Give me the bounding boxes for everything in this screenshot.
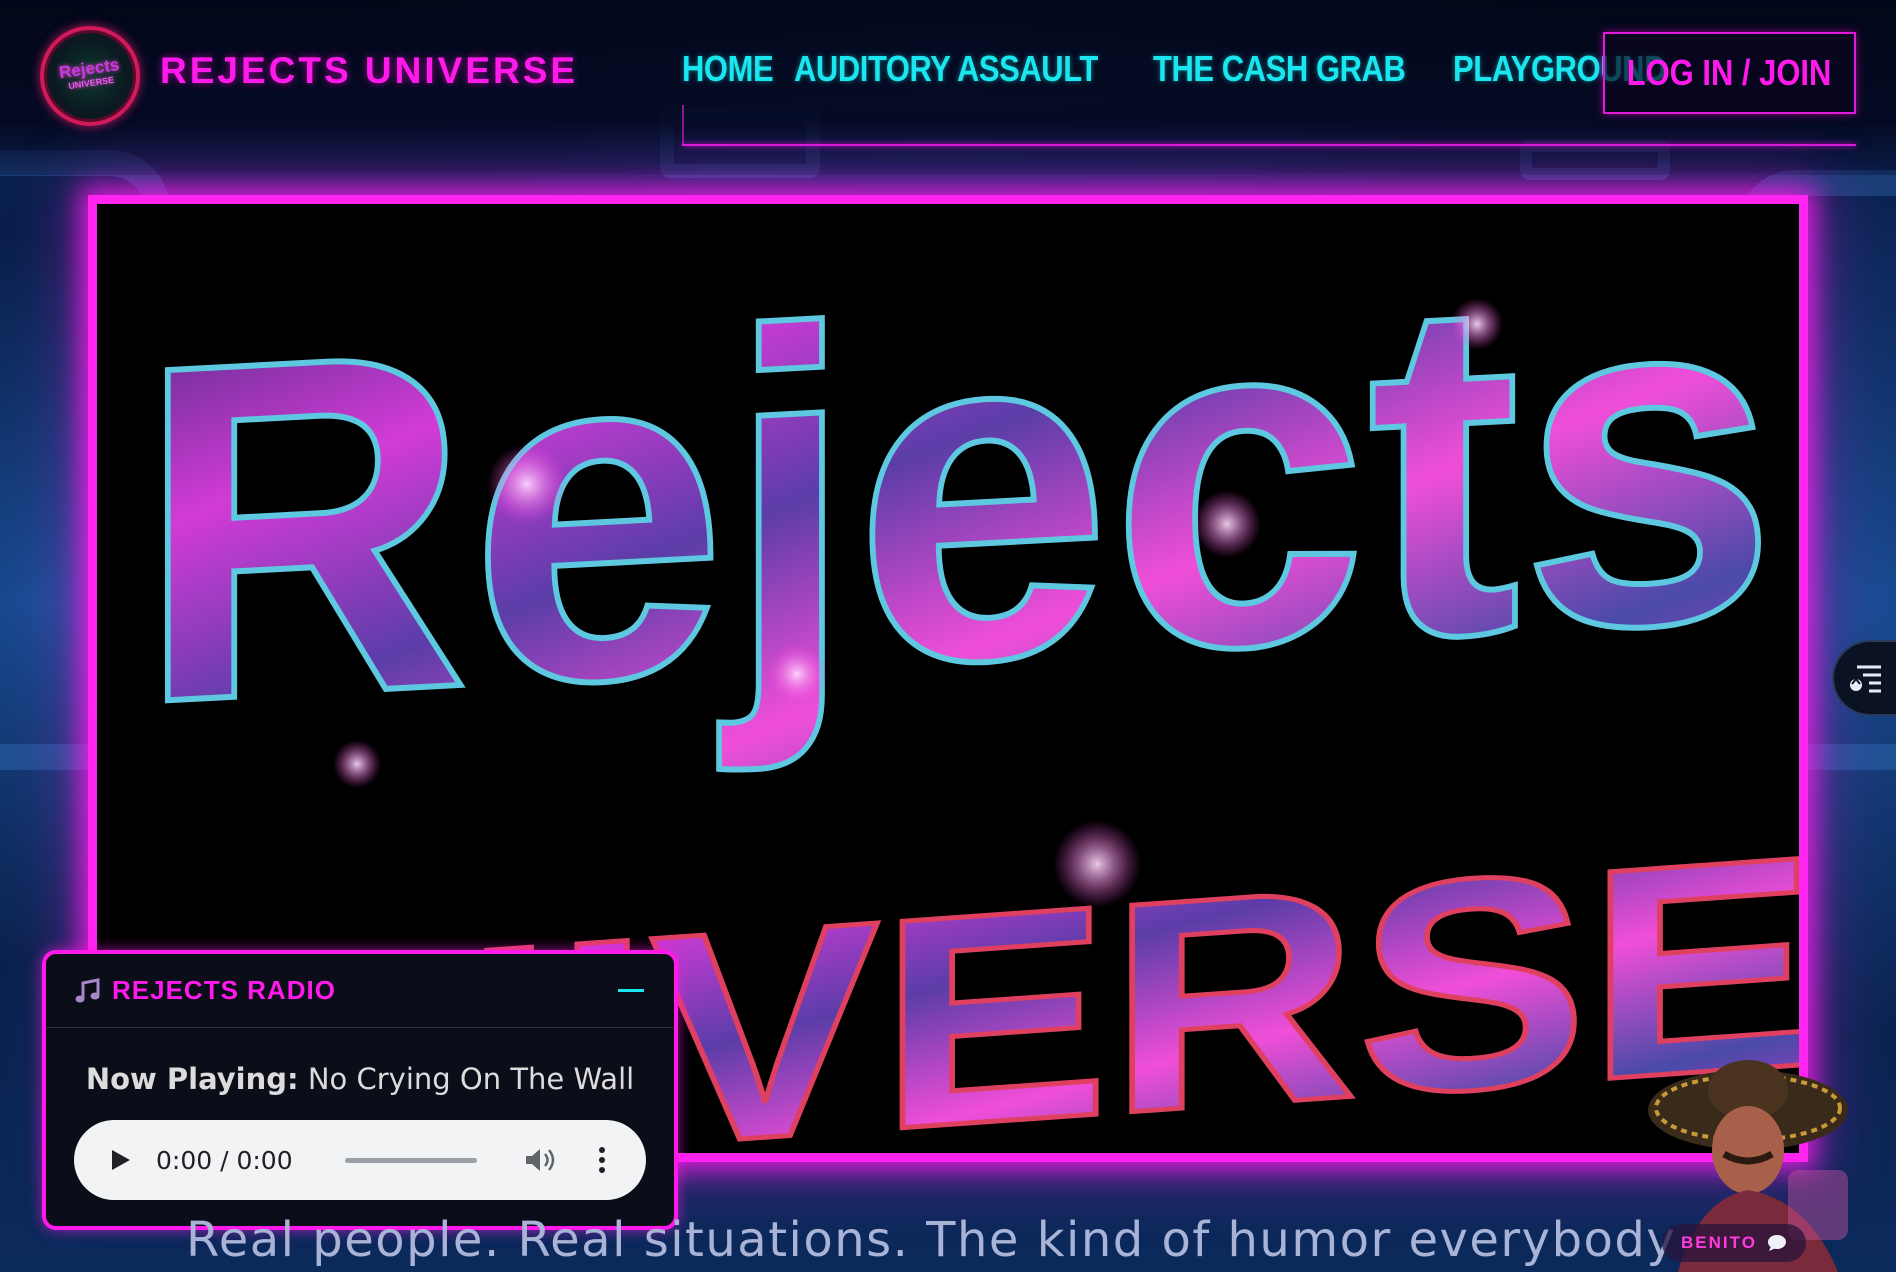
nav-underline — [682, 144, 1856, 146]
radio-player: REJECTS RADIO Now Playing: No Crying On … — [42, 950, 678, 1230]
now-playing-label: Now Playing: — [85, 1062, 299, 1096]
tagline: Real people. Real situations. The kind o… — [186, 1212, 1677, 1268]
minimize-icon[interactable] — [618, 989, 644, 992]
nav-the-cash-grab[interactable]: THE CASH GRAB — [1153, 48, 1406, 90]
chat-label: BENITO — [1681, 1233, 1757, 1252]
logo-emblem: Rejects UNIVERSE — [58, 55, 122, 94]
chat-bubble-icon — [1767, 1235, 1786, 1251]
brand-name[interactable]: REJECTS UNIVERSE — [160, 50, 578, 92]
now-playing-track: No Crying On The Wall — [307, 1062, 635, 1096]
volume-icon[interactable] — [523, 1145, 557, 1175]
play-icon[interactable] — [110, 1148, 132, 1172]
audio-time: 0:00 / 0:00 — [156, 1145, 293, 1175]
nav-auditory-assault[interactable]: AUDITORY ASSAULT — [794, 48, 1098, 90]
hero-title-line1: Rejects — [137, 204, 1777, 807]
radio-title: REJECTS RADIO — [112, 975, 336, 1005]
site-header: Rejects UNIVERSE REJECTS UNIVERSE HOME A… — [0, 0, 1896, 175]
music-note-icon — [75, 977, 100, 1002]
more-vert-icon[interactable] — [597, 1145, 607, 1175]
main-nav: HOME AUDITORY ASSAULT THE CASH GRAB PLAY… — [682, 48, 1679, 90]
audio-player: 0:00 / 0:00 — [74, 1120, 646, 1200]
now-playing: Now Playing: No Crying On The Wall — [46, 1062, 674, 1096]
radio-header: REJECTS RADIO — [46, 954, 674, 1028]
nav-divider — [682, 105, 684, 145]
nav-home[interactable]: HOME — [682, 48, 774, 90]
menu-widget-icon — [1850, 665, 1881, 693]
site-logo[interactable]: Rejects UNIVERSE — [40, 26, 140, 126]
login-join-button[interactable]: LOG IN / JOIN — [1603, 32, 1856, 114]
login-join-label: LOG IN / JOIN — [1627, 52, 1832, 93]
chat-button[interactable]: BENITO — [1662, 1224, 1806, 1262]
audio-seek-bar[interactable] — [344, 1157, 477, 1163]
page: Rejects UNIVERSE REJECTS UNIVERSE HOME A… — [0, 0, 1896, 1272]
